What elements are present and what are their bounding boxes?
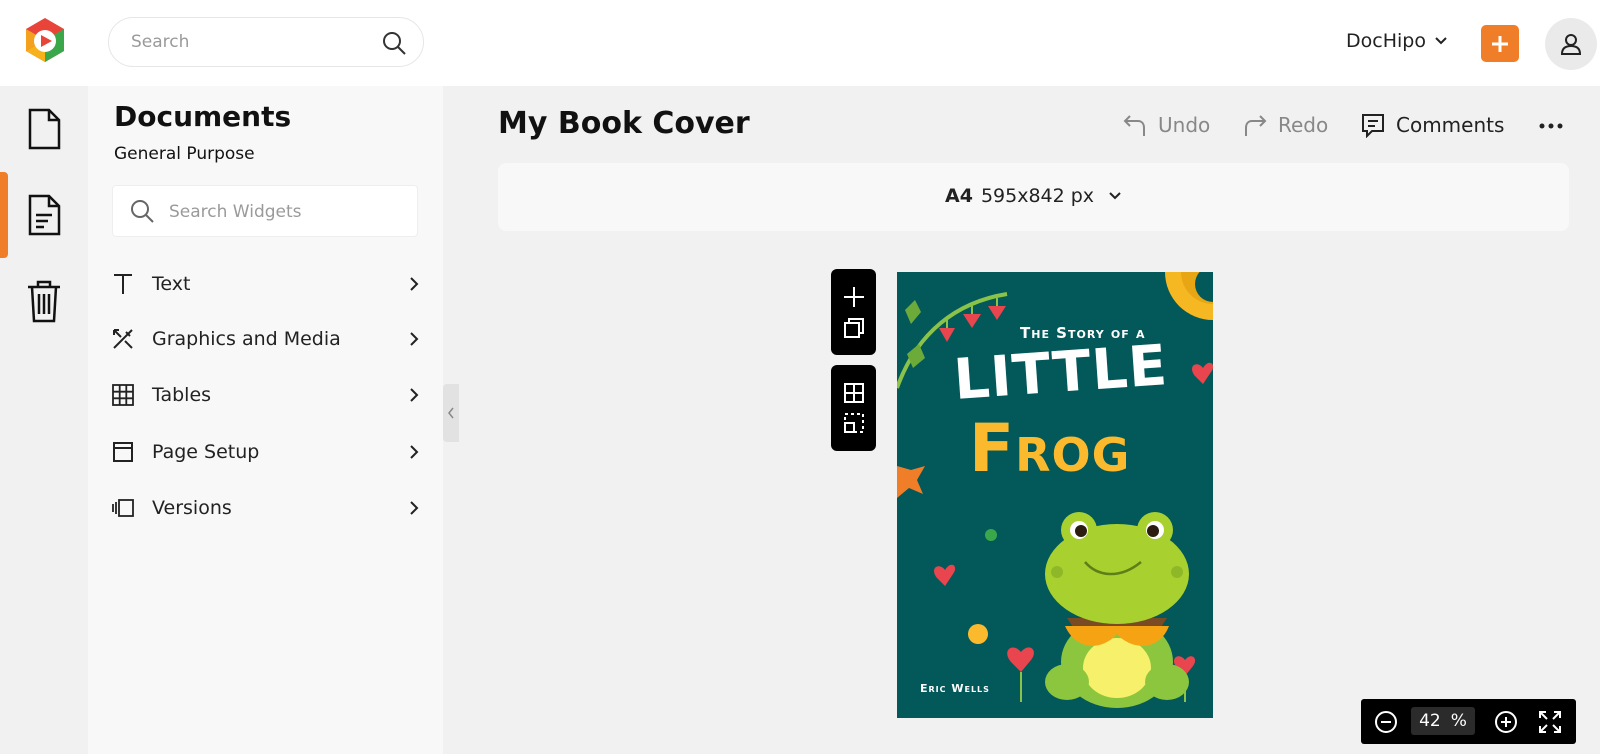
account-name: DocHipo — [1346, 30, 1426, 52]
menu-item-label: Graphics and Media — [152, 328, 341, 350]
chevron-right-icon — [410, 277, 419, 291]
plus-icon — [1492, 35, 1508, 52]
widget-search-input[interactable]: Search Widgets — [169, 202, 302, 222]
fullscreen-icon — [1539, 711, 1561, 733]
zoom-unit: % — [1450, 711, 1467, 731]
page-tools-group-1 — [831, 269, 876, 355]
redo-button[interactable]: Redo — [1242, 112, 1328, 138]
left-rail — [0, 86, 88, 754]
book-cover-canvas[interactable]: The Story of a LITTLE Frog Eric Wells — [897, 272, 1213, 718]
undo-icon — [1123, 115, 1145, 136]
cover-title-line-2[interactable]: Frog — [969, 410, 1130, 487]
document-text-icon — [28, 194, 61, 236]
chevron-right-icon — [410, 332, 419, 346]
page-tools-group-2 — [831, 365, 876, 451]
zoom-in-icon — [1495, 711, 1517, 733]
menu-item-label: Page Setup — [152, 441, 260, 463]
rail-item-new-document[interactable] — [0, 86, 88, 172]
rail-item-trash[interactable] — [0, 258, 88, 344]
comments-button[interactable]: Comments — [1360, 112, 1504, 138]
add-page-icon[interactable] — [842, 285, 866, 309]
more-horizontal-icon — [1539, 123, 1563, 129]
zoom-in-button[interactable] — [1493, 709, 1519, 735]
user-profile-button[interactable] — [1545, 18, 1597, 70]
search-icon[interactable] — [381, 30, 407, 56]
undo-label: Undo — [1158, 113, 1211, 137]
menu-item-versions[interactable]: Versions — [110, 488, 422, 528]
zoom-value: 42 — [1419, 711, 1441, 731]
cover-author[interactable]: Eric Wells — [920, 682, 990, 695]
menu-item-text[interactable]: Text — [110, 264, 422, 304]
chevron-left-icon — [448, 407, 454, 419]
rail-item-documents[interactable] — [0, 172, 88, 258]
comment-icon — [1362, 114, 1384, 138]
document-title[interactable]: My Book Cover — [498, 106, 750, 141]
versions-icon — [110, 495, 136, 521]
menu-item-label: Text — [152, 273, 191, 295]
create-new-button[interactable] — [1481, 25, 1519, 62]
user-icon — [1560, 34, 1582, 55]
fullscreen-button[interactable] — [1537, 709, 1563, 735]
redo-icon — [1245, 115, 1267, 136]
page-setup-icon — [110, 439, 136, 465]
redo-label: Redo — [1278, 113, 1329, 137]
page-size-bar: A4 595x842 px — [498, 163, 1569, 231]
zoom-out-button[interactable] — [1373, 709, 1399, 735]
global-search[interactable]: Search — [108, 17, 424, 67]
app-logo[interactable] — [22, 16, 68, 64]
duplicate-page-icon[interactable] — [843, 317, 865, 339]
menu-item-tables[interactable]: Tables — [110, 375, 422, 415]
chevron-down-icon — [1109, 192, 1121, 200]
select-area-icon[interactable] — [843, 412, 865, 434]
zoom-level-field[interactable]: 42 % — [1411, 707, 1475, 735]
comments-label: Comments — [1396, 113, 1505, 137]
graphics-icon — [110, 326, 136, 352]
search-input[interactable]: Search — [131, 32, 189, 52]
trash-icon — [28, 280, 60, 323]
panel-subtitle: General Purpose — [114, 144, 255, 164]
chevron-down-icon — [1435, 37, 1447, 45]
account-switcher[interactable]: DocHipo — [1346, 30, 1448, 52]
document-icon — [28, 108, 61, 150]
menu-item-label: Versions — [152, 497, 232, 519]
table-icon — [110, 382, 136, 408]
page-size-name: A4 — [945, 185, 973, 207]
widget-search-field[interactable]: Search Widgets — [112, 185, 418, 237]
top-bar: Search DocHipo — [0, 0, 1600, 86]
panel-collapse-handle[interactable] — [443, 384, 459, 442]
menu-item-label: Tables — [152, 384, 212, 406]
more-options-button[interactable] — [1536, 112, 1566, 140]
text-icon — [110, 271, 136, 297]
menu-item-page-setup[interactable]: Page Setup — [110, 432, 422, 472]
chevron-right-icon — [410, 445, 419, 459]
chevron-right-icon — [410, 501, 419, 515]
zoom-control: 42 % — [1361, 699, 1576, 744]
search-icon — [131, 200, 154, 223]
page-size-selector[interactable]: A4 595x842 px — [945, 185, 1122, 207]
zoom-out-icon — [1375, 711, 1397, 733]
panel-title: Documents — [114, 100, 292, 133]
page-size-dims: 595x842 px — [980, 185, 1095, 207]
undo-button[interactable]: Undo — [1122, 112, 1210, 138]
menu-item-graphics-media[interactable]: Graphics and Media — [110, 319, 422, 359]
chevron-right-icon — [410, 388, 419, 402]
widgets-panel: Documents General Purpose Search Widgets… — [88, 86, 443, 754]
grid-icon[interactable] — [843, 382, 865, 404]
